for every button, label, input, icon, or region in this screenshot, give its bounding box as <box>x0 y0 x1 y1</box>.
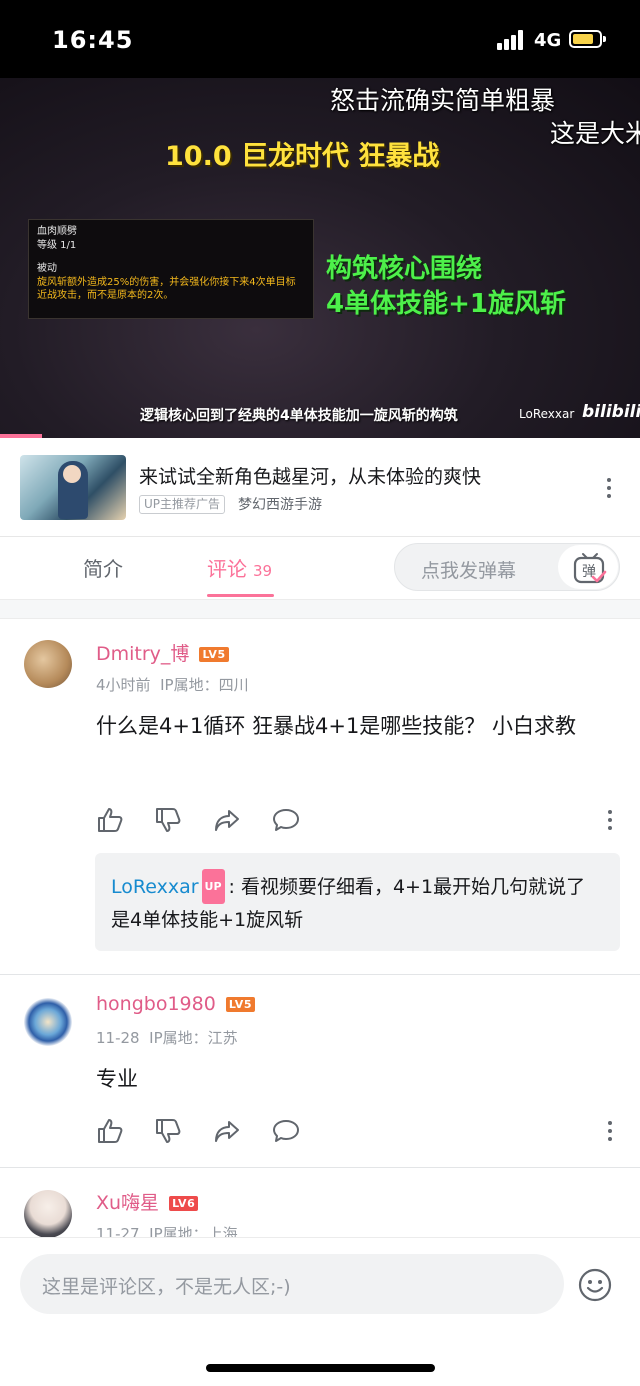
tab-bar: 简介 评论 39 点我发弹幕 弹 <box>0 537 640 599</box>
reply-text: LoRexxar UP: 看视频要仔细看，4+1最开始几句就说了是4单体技能+1旋… <box>111 869 604 937</box>
status-bar: 16:45 4G <box>0 0 640 78</box>
video-subtitle: 逻辑核心回到了经典的4单体技能加一旋风斩的构筑 <box>140 408 458 424</box>
avatar[interactable] <box>24 640 72 688</box>
battery-icon <box>569 30 606 48</box>
reply-username[interactable]: LoRexxar <box>111 876 199 898</box>
danmaku-input[interactable]: 点我发弹幕 弹 <box>394 543 620 591</box>
ad-tag: UP主推荐广告 <box>139 495 226 514</box>
comment-actions <box>96 1117 616 1147</box>
danmaku-comment: 这是大米 <box>550 119 640 148</box>
comment-more-icon[interactable] <box>607 810 613 834</box>
comment-meta: 4小时前 IP属地：四川 <box>96 676 249 694</box>
share-icon[interactable] <box>213 806 241 834</box>
skill-rank: 等级 1/1 <box>37 240 77 251</box>
up-badge: UP <box>201 869 225 904</box>
comment-username[interactable]: Xu嗨星 LV6 <box>96 1188 199 1215</box>
comment-more-icon[interactable] <box>607 1121 613 1145</box>
tab-comments-label: 评论 <box>207 557 247 581</box>
ad-banner[interactable]: 来试试全新角色越星河，从未体验的爽快 UP主推荐广告 梦幻西游手游 <box>0 438 640 537</box>
more-icon[interactable] <box>606 476 612 500</box>
video-caption-2: 4单体技能+1旋风斩 <box>326 289 566 319</box>
comment-username[interactable]: hongbo1980 LV5 <box>96 993 255 1015</box>
dislike-icon[interactable] <box>154 1117 182 1145</box>
skill-tooltip: 血肉顺劈 等级 1/1 被动 旋风斩额外造成25%的伤害，并会强化你接下来4次单… <box>28 219 314 319</box>
comment-username[interactable]: Dmitry_博 LV5 <box>96 639 229 666</box>
comment-input-placeholder: 这里是评论区，不是无人区;-) <box>42 1276 291 1298</box>
level-badge: LV5 <box>199 647 229 662</box>
section-separator <box>0 599 640 619</box>
tab-comments[interactable]: 评论 39 <box>207 553 272 582</box>
avatar[interactable] <box>24 998 72 1046</box>
emoji-icon[interactable] <box>578 1268 612 1302</box>
comment-input-bar: 这里是评论区，不是无人区;-) <box>0 1237 640 1386</box>
reply-icon[interactable] <box>272 1117 300 1145</box>
watermark-username: LoRexxar <box>519 407 575 421</box>
comment-text: 专业 <box>96 1067 138 1091</box>
dislike-icon[interactable] <box>154 806 182 834</box>
active-tab-indicator <box>207 594 274 597</box>
comment-item: Xu嗨星 LV6 11-27 IP属地：上海 <box>0 1168 640 1237</box>
comment-count: 39 <box>253 562 273 580</box>
danmaku-tv-icon: 弹 <box>573 553 607 584</box>
avatar[interactable] <box>24 1190 72 1237</box>
status-time: 16:45 <box>52 26 134 54</box>
ad-thumbnail <box>20 455 126 520</box>
video-title-overlay: 10.0 巨龙时代 狂暴战 <box>165 141 440 172</box>
signal-icon <box>497 30 524 50</box>
comment-text: 什么是4+1循环 狂暴战4+1是哪些技能？ 小白求教 <box>96 714 576 738</box>
skill-description: 旋风斩额外造成25%的伤害，并会强化你接下来4次单目标近战攻击，而不是原本的2次… <box>37 277 296 301</box>
comment-meta: 11-27 IP属地：上海 <box>96 1225 238 1237</box>
share-icon[interactable] <box>213 1117 241 1145</box>
network-type: 4G <box>534 30 562 51</box>
danmaku-placeholder: 点我发弹幕 <box>421 560 517 582</box>
ad-source: 梦幻西游手游 <box>238 497 322 513</box>
danmaku-toggle-button[interactable]: 弹 <box>558 545 618 589</box>
danmaku-comment: 怒击流确实简单粗暴 <box>330 86 556 115</box>
skill-type: 被动 <box>37 263 57 274</box>
skill-name: 血肉顺劈 <box>37 226 77 237</box>
comment-actions <box>96 806 616 836</box>
bilibili-logo: bilibili <box>582 402 640 422</box>
level-badge: LV5 <box>225 997 255 1012</box>
comment-divider <box>0 974 640 975</box>
like-icon[interactable] <box>96 1117 124 1145</box>
like-icon[interactable] <box>96 806 124 834</box>
video-player[interactable]: 怒击流确实简单粗暴 这是大米 10.0 巨龙时代 狂暴战 血肉顺劈 等级 1/1… <box>0 78 640 438</box>
comment-meta: 11-28 IP属地：江苏 <box>96 1029 238 1047</box>
tab-intro[interactable]: 简介 <box>83 553 123 582</box>
reply-icon[interactable] <box>272 806 300 834</box>
ad-title: 来试试全新角色越星河，从未体验的爽快 <box>139 466 482 488</box>
level-badge: LV6 <box>169 1196 199 1211</box>
home-indicator <box>206 1364 435 1372</box>
comment-input[interactable]: 这里是评论区，不是无人区;-) <box>20 1254 564 1314</box>
video-caption-1: 构筑核心围绕 <box>326 254 483 284</box>
reply-preview[interactable]: LoRexxar UP: 看视频要仔细看，4+1最开始几句就说了是4单体技能+1旋… <box>95 853 620 951</box>
